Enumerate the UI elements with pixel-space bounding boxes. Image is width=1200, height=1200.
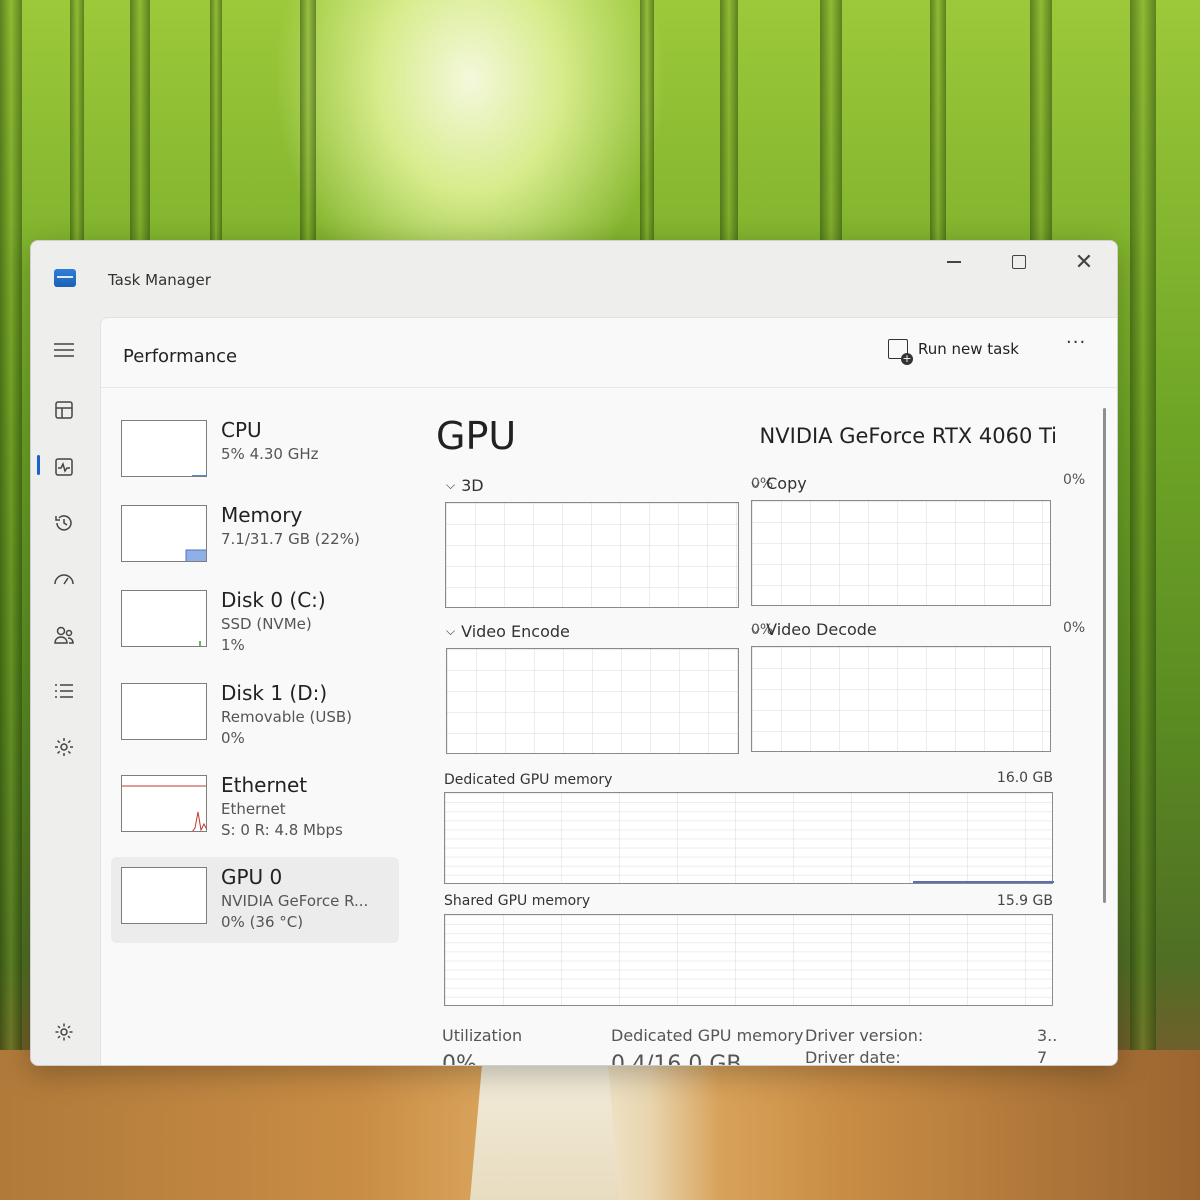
bamboo-stalk: [1130, 0, 1156, 1060]
driver-date-value: 7: [1037, 1048, 1048, 1066]
chevron-down-icon: ⌵: [446, 624, 456, 638]
run-new-task-label: Run new task: [918, 340, 1019, 358]
resource-detail-line: 0% (36 °C): [221, 913, 304, 931]
utilization-label: Utilization: [442, 1026, 523, 1045]
driver-version-value: 3..: [1037, 1026, 1058, 1045]
resource-name: Disk 0 (C:): [221, 588, 326, 612]
driver-date-label: Driver date:: [805, 1048, 901, 1066]
chevron-down-icon: ⌵: [751, 476, 761, 490]
more-options-button[interactable]: ···: [1066, 332, 1086, 353]
chevron-down-icon: ⌵: [751, 622, 761, 636]
resource-detail-line: 0%: [221, 729, 245, 747]
engine-selector-copy[interactable]: ⌵ Copy: [751, 474, 807, 493]
dedicated-memory-footer-label: Dedicated GPU memory: [611, 1026, 804, 1045]
app-history-icon[interactable]: [51, 510, 77, 536]
resource-detail-line: S: 0 R: 4.8 Mbps: [221, 821, 343, 839]
resource-detail-line: NVIDIA GeForce R...: [221, 892, 369, 910]
gpu-0-mini-graph: [121, 867, 207, 924]
resource-detail-line: SSD (NVMe): [221, 615, 312, 633]
resource-detail-line: Ethernet: [221, 800, 286, 818]
maximize-icon: [1012, 255, 1026, 269]
window-title: Task Manager: [108, 271, 211, 289]
bamboo-stalk: [0, 0, 22, 1060]
walking-path: [470, 1065, 620, 1200]
chevron-down-icon: ⌵: [446, 478, 456, 492]
shared-memory-label: Shared GPU memory: [444, 893, 591, 909]
utilization-value: 0%: [442, 1052, 477, 1066]
dedicated-memory-label: Dedicated GPU memory: [444, 772, 613, 788]
resource-name: Ethernet: [221, 773, 308, 797]
ethernet-mini-graph: [121, 775, 207, 832]
engine-selector-video-encode[interactable]: ⌵ Video Encode: [446, 622, 570, 641]
engine-label: Video Decode: [766, 620, 877, 639]
engine-selector-video-decode[interactable]: ⌵ Video Decode: [751, 620, 877, 639]
resource-name: Disk 1 (D:): [221, 681, 328, 705]
resource-item-disk-1[interactable]: Disk 1 (D:) Removable (USB) 0%: [111, 673, 399, 759]
content-pane: Performance Run new task ··· CPU 5% 4.30…: [100, 317, 1117, 1065]
run-new-task-button[interactable]: Run new task: [888, 338, 1019, 365]
engine-percent: 0%: [1063, 620, 1086, 636]
resource-detail: 7.1/31.7 GB (22%): [221, 530, 360, 548]
resource-detail: NVIDIA GeForce R... 0% (36 °C): [221, 891, 368, 933]
resource-item-memory[interactable]: Memory 7.1/31.7 GB (22%): [111, 495, 399, 581]
performance-icon[interactable]: [51, 454, 77, 480]
cpu-mini-graph: [121, 420, 207, 477]
gpu-title: GPU: [436, 414, 517, 458]
resource-name: CPU: [221, 418, 262, 442]
disk-1-mini-graph: [121, 683, 207, 740]
processes-icon[interactable]: [51, 397, 77, 423]
details-icon[interactable]: [51, 678, 77, 704]
resource-detail: SSD (NVMe) 1%: [221, 614, 312, 656]
engine-label: Copy: [766, 474, 807, 493]
resource-detail-line: Removable (USB): [221, 708, 353, 726]
page-title: Performance: [123, 346, 238, 367]
resource-detail: Ethernet S: 0 R: 4.8 Mbps: [221, 799, 343, 841]
disk-0-mini-graph: [121, 590, 207, 647]
graph-video-encode: [446, 648, 739, 754]
resource-item-disk-0[interactable]: Disk 0 (C:) SSD (NVMe) 1%: [111, 580, 399, 666]
shared-memory-max: 15.9 GB: [996, 893, 1053, 909]
close-icon: ✕: [1074, 249, 1094, 275]
resource-item-gpu-0[interactable]: GPU 0 NVIDIA GeForce R... 0% (36 °C): [111, 857, 399, 943]
dedicated-memory-footer-value: 0.4/16.0 GB: [611, 1052, 742, 1066]
active-indicator: [37, 455, 40, 475]
resource-detail: Removable (USB) 0%: [221, 707, 352, 749]
task-manager-app-icon: [54, 269, 76, 287]
startup-apps-icon[interactable]: [51, 566, 77, 592]
graph-dedicated-memory: [444, 792, 1054, 884]
graph-shared-memory: [444, 914, 1053, 1006]
vertical-scrollbar[interactable]: [1103, 408, 1106, 903]
resource-detail-line: 1%: [221, 636, 245, 654]
engine-label: Video Encode: [461, 622, 570, 641]
resource-item-cpu[interactable]: CPU 5% 4.30 GHz: [111, 410, 399, 496]
services-icon[interactable]: [51, 734, 77, 760]
resource-name: Memory: [221, 503, 303, 527]
users-icon[interactable]: [51, 622, 77, 648]
minimize-icon: [947, 261, 961, 263]
nav-rail: [31, 317, 99, 1065]
engine-percent: 0%: [1063, 472, 1086, 488]
resource-name: GPU 0: [221, 865, 283, 889]
driver-version-label: Driver version:: [805, 1026, 924, 1045]
menu-icon[interactable]: [51, 337, 77, 363]
task-manager-window: Task Manager ✕ Performance + Run new tas…: [30, 240, 1118, 1066]
engine-selector-3d[interactable]: ⌵ 3D: [446, 476, 484, 495]
graph-video-decode: [751, 646, 1051, 752]
gpu-model-name: NVIDIA GeForce RTX 4060 Ti: [759, 424, 1057, 448]
memory-mini-graph: [121, 505, 207, 562]
run-task-icon: [888, 339, 913, 365]
settings-icon[interactable]: [51, 1019, 77, 1045]
graph-copy: [751, 500, 1051, 606]
maximize-button[interactable]: [994, 245, 1044, 279]
resource-detail: 5% 4.30 GHz: [221, 445, 319, 463]
resource-item-ethernet[interactable]: Ethernet Ethernet S: 0 R: 4.8 Mbps: [111, 765, 399, 851]
minimize-button[interactable]: [929, 245, 979, 279]
content-header: Performance Run new task ···: [101, 318, 1117, 388]
close-button[interactable]: ✕: [1059, 245, 1109, 279]
graph-3d: [445, 502, 739, 608]
dedicated-memory-max: 16.0 GB: [996, 770, 1053, 786]
engine-label: 3D: [461, 476, 484, 495]
title-bar[interactable]: Task Manager ✕: [31, 241, 1117, 317]
